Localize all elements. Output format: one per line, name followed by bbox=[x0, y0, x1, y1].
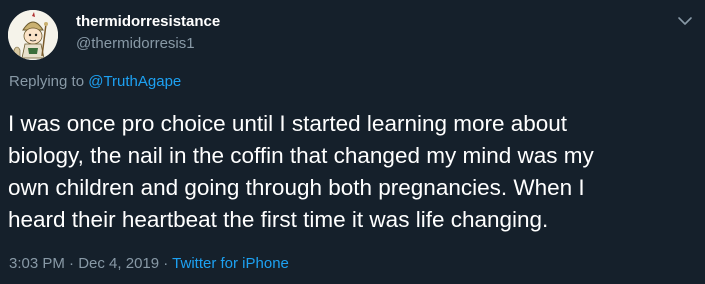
tweet-time[interactable]: 3:03 PM bbox=[9, 255, 65, 272]
mention-link[interactable]: @TruthAgape bbox=[88, 73, 181, 90]
meta-separator: · bbox=[159, 255, 173, 272]
tweet-meta: 3:03 PM · Dec 4, 2019 · Twitter for iPho… bbox=[9, 255, 289, 272]
tweet-text-line: I was once pro choice until I started le… bbox=[8, 111, 568, 136]
tweet-text: I was once pro choice until I started le… bbox=[8, 108, 688, 236]
tweet-text-line: biology, the nail in the coffin that cha… bbox=[8, 143, 594, 168]
replying-to-label: Replying to bbox=[9, 73, 89, 90]
tweet-source-link[interactable]: Twitter for iPhone bbox=[172, 255, 289, 272]
avatar[interactable] bbox=[8, 10, 58, 60]
tweet-card: thermidorresistance @thermidorresis1 Rep… bbox=[0, 0, 705, 284]
user-handle[interactable]: @thermidorresis1 bbox=[76, 35, 195, 52]
meta-separator: · bbox=[64, 255, 79, 272]
replying-to: Replying to @TruthAgape bbox=[9, 73, 181, 90]
tweet-text-line: heard their heartbeat the first time it … bbox=[8, 207, 549, 232]
chevron-down-icon[interactable] bbox=[676, 12, 694, 30]
tweet-text-line: own children and going through both preg… bbox=[8, 175, 585, 200]
cartoon-character-icon bbox=[8, 10, 58, 60]
tweet-date[interactable]: Dec 4, 2019 bbox=[78, 255, 159, 272]
display-name[interactable]: thermidorresistance bbox=[76, 13, 220, 30]
